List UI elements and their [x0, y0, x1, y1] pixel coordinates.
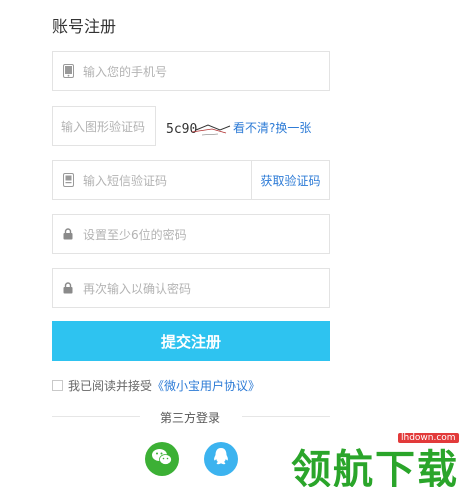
agree-text: 我已阅读并接受 — [68, 379, 153, 393]
lock-icon — [62, 281, 74, 295]
password-input[interactable]: 设置至少6位的密码 — [52, 214, 330, 254]
qq-icon — [212, 447, 230, 471]
sms-placeholder: 输入短信验证码 — [83, 173, 168, 188]
wechat-icon — [151, 447, 173, 471]
phone-input[interactable]: 输入您的手机号 — [52, 51, 330, 91]
phone-icon — [62, 64, 74, 78]
watermark-text: 领航下载 — [291, 447, 459, 487]
lock-icon — [62, 227, 74, 241]
watermark-site: lhdown.com — [398, 433, 459, 443]
wechat-login-button[interactable] — [145, 442, 179, 476]
password-placeholder: 设置至少6位的密码 — [83, 227, 187, 242]
agree-checkbox[interactable] — [52, 380, 63, 391]
third-party-label: 第三方登录 — [160, 411, 221, 425]
sms-code-input[interactable]: 输入短信验证码 获取验证码 — [52, 160, 330, 200]
captcha-code: 5c90 — [166, 122, 197, 137]
captcha-refresh-link[interactable]: 看不清?换一张 — [233, 119, 311, 136]
captcha-image[interactable]: 5c90 — [162, 116, 232, 140]
agreement-link[interactable]: 《微小宝用户协议》 — [152, 377, 260, 394]
password-confirm-input[interactable]: 再次输入以确认密码 — [52, 268, 330, 308]
get-code-button[interactable]: 获取验证码 — [251, 161, 329, 199]
phone-placeholder: 输入您的手机号 — [83, 64, 168, 79]
captcha-input[interactable]: 输入图形验证码 — [52, 106, 156, 146]
sms-icon — [62, 173, 74, 187]
submit-button[interactable]: 提交注册 — [52, 321, 330, 361]
password-confirm-placeholder: 再次输入以确认密码 — [83, 281, 192, 296]
captcha-placeholder: 输入图形验证码 — [61, 119, 146, 134]
divider-right — [242, 416, 330, 417]
divider-left — [52, 416, 140, 417]
agreement-row: 我已阅读并接受 《微小宝用户协议》 — [52, 377, 260, 394]
qq-login-button[interactable] — [204, 442, 238, 476]
page-title: 账号注册 — [52, 17, 117, 36]
